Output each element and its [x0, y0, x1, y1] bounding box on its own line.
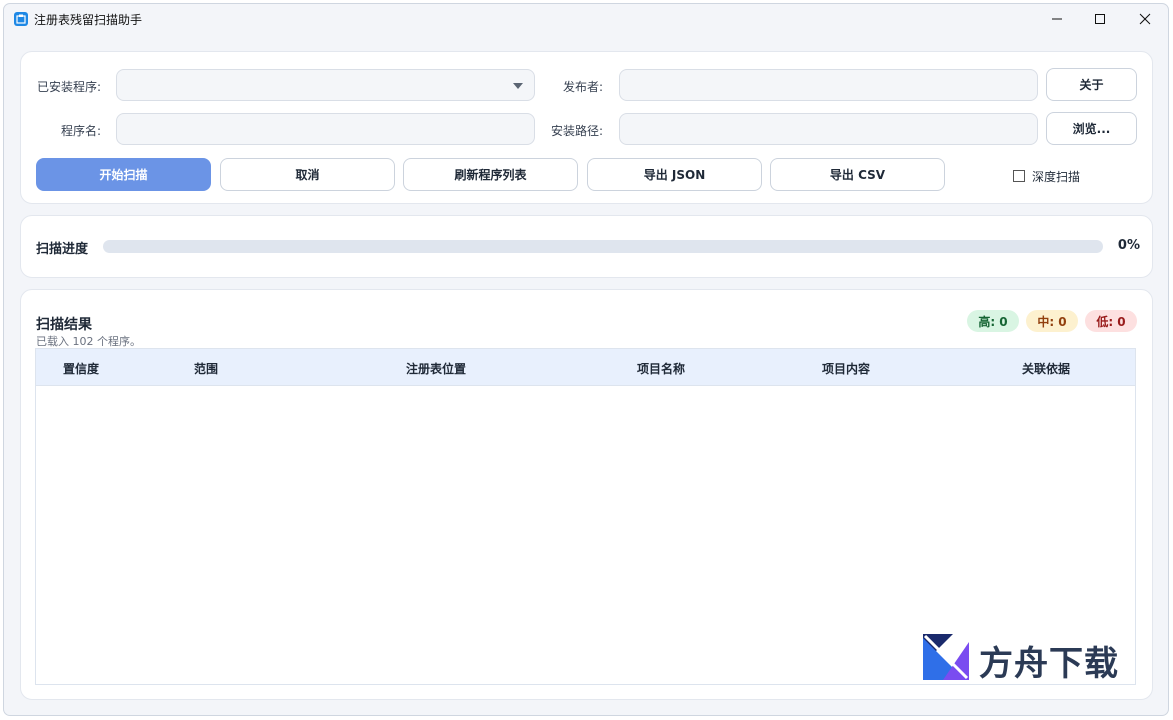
scan-config-card: 已安装程序: 发布者: 关于 程序名: 安装路径: 浏览... 开始扫描 取消 … — [20, 51, 1153, 204]
results-table-header: 置信度 范围 注册表位置 项目名称 项目内容 关联依据 — [35, 348, 1136, 386]
progress-percent: 0% — [1117, 238, 1140, 253]
chevron-down-icon — [513, 83, 523, 89]
results-title: 扫描结果 — [36, 317, 92, 333]
start-scan-button[interactable]: 开始扫描 — [36, 158, 211, 191]
scan-progress-bar — [103, 240, 1103, 253]
app-icon — [14, 12, 28, 26]
progress-label: 扫描进度 — [36, 242, 89, 257]
window-title: 注册表残留扫描助手 — [34, 13, 143, 27]
badge-high: 高: 0 — [967, 310, 1019, 332]
column-header-item-content[interactable]: 项目内容 — [822, 360, 870, 377]
program-name-label: 程序名: — [60, 124, 101, 138]
column-header-registry-location[interactable]: 注册表位置 — [406, 360, 466, 377]
installed-programs-select[interactable] — [116, 69, 535, 101]
column-header-confidence[interactable]: 置信度 — [63, 360, 99, 377]
minimize-icon — [1052, 18, 1062, 20]
badge-medium: 中: 0 — [1026, 310, 1078, 332]
close-icon — [1139, 13, 1151, 25]
install-path-label: 安装路径: — [550, 124, 603, 138]
badge-low: 低: 0 — [1085, 310, 1137, 332]
watermark-emblem-icon — [923, 634, 969, 680]
publisher-label: 发布者: — [562, 80, 603, 94]
deep-scan-checkbox[interactable] — [1013, 170, 1025, 182]
install-path-input[interactable] — [619, 113, 1038, 145]
browse-button[interactable]: 浏览... — [1046, 112, 1137, 145]
results-card: 扫描结果 已载入 102 个程序。 高: 0 中: 0 低: 0 置信度 范围 … — [20, 289, 1153, 700]
maximize-button[interactable] — [1077, 4, 1123, 34]
export-json-button[interactable]: 导出 JSON — [587, 158, 762, 191]
progress-card: 扫描进度 0% — [20, 215, 1153, 278]
refresh-list-button[interactable]: 刷新程序列表 — [403, 158, 578, 191]
title-bar: 注册表残留扫描助手 — [4, 4, 1168, 34]
installed-programs-label: 已安装程序: — [36, 80, 101, 94]
cancel-button[interactable]: 取消 — [220, 158, 395, 191]
minimize-button[interactable] — [1034, 4, 1080, 34]
column-header-item-name[interactable]: 项目名称 — [637, 360, 685, 377]
deep-scan-label: 深度扫描 — [1032, 170, 1081, 184]
close-button[interactable] — [1122, 4, 1168, 34]
results-subtitle: 已载入 102 个程序。 — [36, 335, 141, 348]
maximize-icon — [1095, 14, 1105, 24]
about-button[interactable]: 关于 — [1046, 68, 1137, 101]
program-name-input[interactable] — [116, 113, 535, 145]
publisher-input[interactable] — [619, 69, 1038, 101]
export-csv-button[interactable]: 导出 CSV — [770, 158, 945, 191]
watermark-text: 方舟下载 — [979, 644, 1119, 684]
column-header-basis[interactable]: 关联依据 — [1022, 360, 1070, 377]
column-header-scope[interactable]: 范围 — [194, 360, 218, 377]
app-window: 注册表残留扫描助手 已安装程序: 发布者: 关于 程序名: 安装路径: 浏览..… — [3, 3, 1169, 716]
watermark-logo: 方舟下载 — [923, 634, 1133, 684]
